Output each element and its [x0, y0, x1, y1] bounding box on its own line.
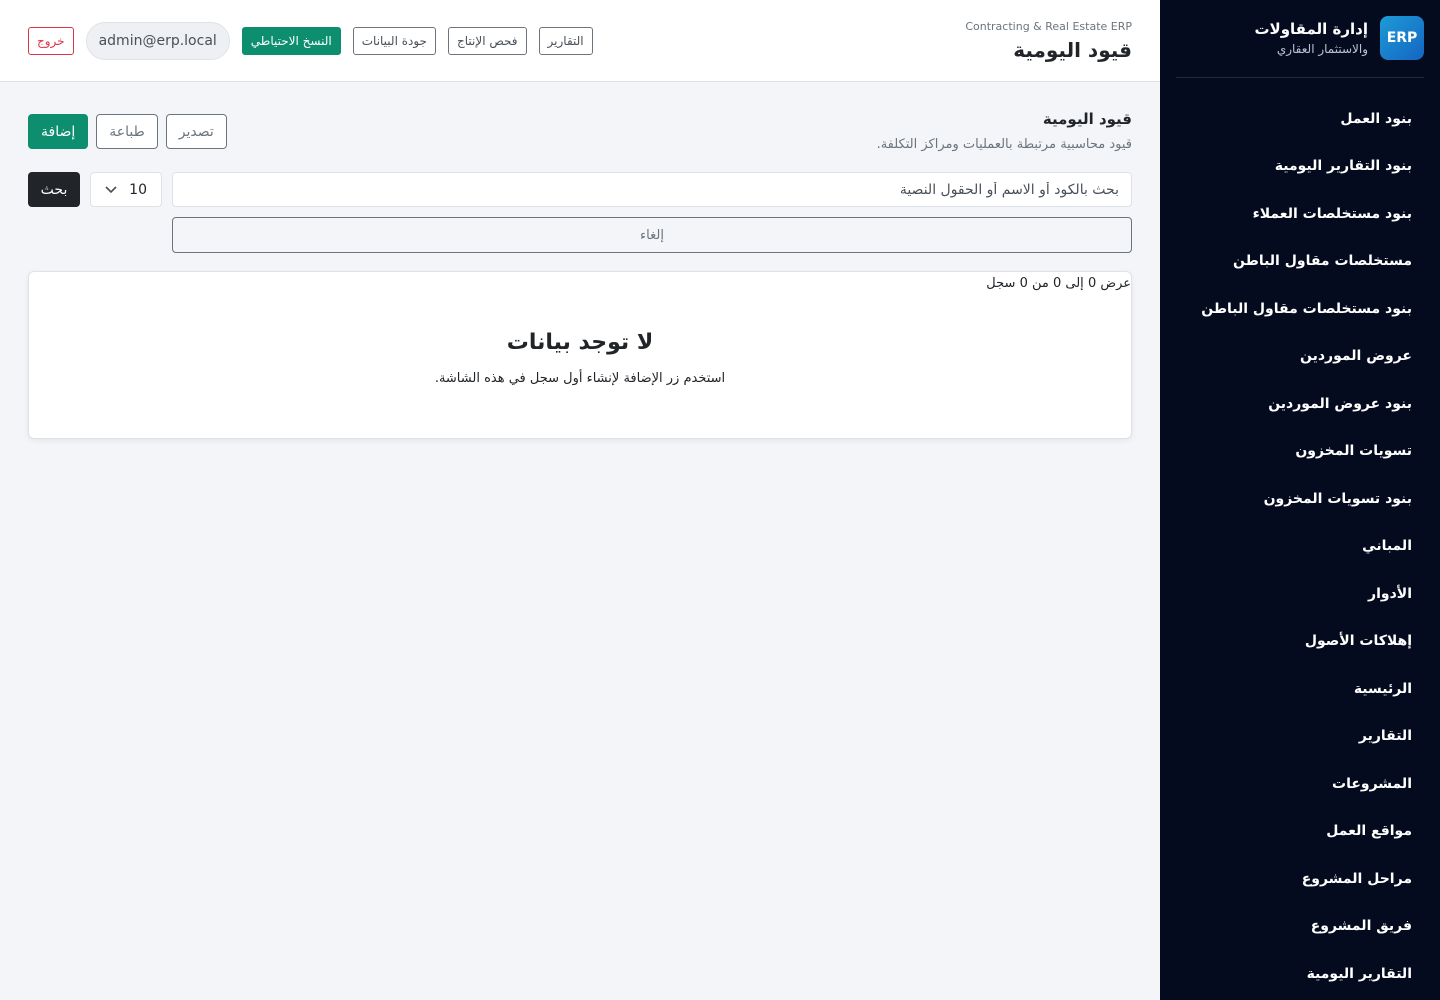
sidebar-item-supplier-quote-items[interactable]: بنود عروض الموردين — [1160, 380, 1440, 428]
records-info: عرض 0 إلى 0 من 0 سجل — [986, 276, 1131, 291]
search-input[interactable] — [172, 172, 1132, 207]
sidebar-item-buildings[interactable]: المباني — [1160, 523, 1440, 571]
export-button[interactable]: تصدير — [165, 114, 227, 149]
brand-subtitle: والاستثمار العقاري — [1276, 42, 1368, 56]
sidebar-item-subcontractor-invoices[interactable]: مستخلصات مقاول الباطن — [1160, 238, 1440, 286]
sidebar-item-project-phases[interactable]: مراحل المشروع — [1160, 855, 1440, 903]
search-button[interactable]: بحث — [28, 172, 80, 207]
page-size-value: 10 — [129, 181, 147, 198]
data-quality-button[interactable]: جودة البيانات — [352, 27, 436, 55]
sidebar-item-work-sites[interactable]: مواقع العمل — [1160, 808, 1440, 856]
chevron-down-icon — [105, 183, 117, 197]
section-subtitle: قيود محاسبية مرتبطة بالعمليات ومراكز الت… — [876, 137, 1132, 152]
empty-state-subtitle: استخدم زر الإضافة لإنشاء أول سجل في هذه … — [434, 371, 726, 386]
reports-button[interactable]: التقارير — [538, 27, 593, 55]
sidebar-item-supplier-quotes[interactable]: عروض الموردين — [1160, 333, 1440, 381]
brand-logo: ERP — [1380, 16, 1424, 60]
logout-button[interactable]: خروج — [28, 27, 74, 55]
sidebar-item-projects[interactable]: المشروعات — [1160, 760, 1440, 808]
section-actions: إضافة طباعة تصدير — [28, 114, 227, 149]
production-check-button[interactable]: فحص الإنتاج — [447, 27, 527, 55]
sidebar-item-subcontractor-invoice-items[interactable]: بنود مستخلصات مقاول الباطن — [1160, 285, 1440, 333]
sidebar-item-reports[interactable]: التقارير — [1160, 713, 1440, 761]
user-badge[interactable]: admin@erp.local — [85, 22, 230, 60]
sidebar: ERP إدارة المقاولات والاستثمار العقاري ب… — [1160, 0, 1440, 1000]
cancel-button[interactable]: إلغاء — [172, 217, 1132, 253]
sidebar-item-client-invoice-items[interactable]: بنود مستخلصات العملاء — [1160, 190, 1440, 238]
sidebar-item-daily-report-items[interactable]: بنود التقارير اليومية — [1160, 143, 1440, 191]
data-table-card: عرض 0 إلى 0 من 0 سجل لا توجد بيانات استخ… — [28, 271, 1132, 439]
add-button[interactable]: إضافة — [28, 114, 89, 149]
brand: ERP إدارة المقاولات والاستثمار العقاري — [1176, 16, 1424, 78]
topbar: Contracting & Real Estate ERP قيود اليوم… — [0, 0, 1160, 82]
app-name: Contracting & Real Estate ERP — [965, 20, 1132, 33]
sidebar-item-project-team[interactable]: فريق المشروع — [1160, 903, 1440, 951]
page-size-select[interactable]: 10 — [90, 172, 162, 207]
backup-button[interactable]: النسخ الاحتياطي — [241, 27, 341, 55]
sidebar-item-home[interactable]: الرئيسية — [1160, 665, 1440, 713]
sidebar-item-inventory-adjustments[interactable]: تسويات المخزون — [1160, 428, 1440, 476]
sidebar-item-daily-reports[interactable]: التقارير اليومية — [1160, 950, 1440, 998]
sidebar-item-inventory-adjustment-items[interactable]: بنود تسويات المخزون — [1160, 475, 1440, 523]
empty-state-title: لا توجد بيانات — [506, 330, 654, 355]
page-title: قيود اليومية — [1013, 38, 1132, 62]
sidebar-item-asset-depreciation[interactable]: إهلاكات الأصول — [1160, 618, 1440, 666]
sidebar-item-work-items[interactable]: بنود العمل — [1160, 95, 1440, 143]
sidebar-nav: بنود العمل بنود التقارير اليومية بنود مس… — [1160, 95, 1440, 998]
sidebar-item-floors[interactable]: الأدوار — [1160, 570, 1440, 618]
print-button[interactable]: طباعة — [96, 114, 158, 149]
brand-title: إدارة المقاولات — [1254, 20, 1368, 38]
section-title: قيود اليومية — [1042, 110, 1132, 128]
topbar-actions: خروج admin@erp.local النسخ الاحتياطي جود… — [28, 22, 593, 60]
